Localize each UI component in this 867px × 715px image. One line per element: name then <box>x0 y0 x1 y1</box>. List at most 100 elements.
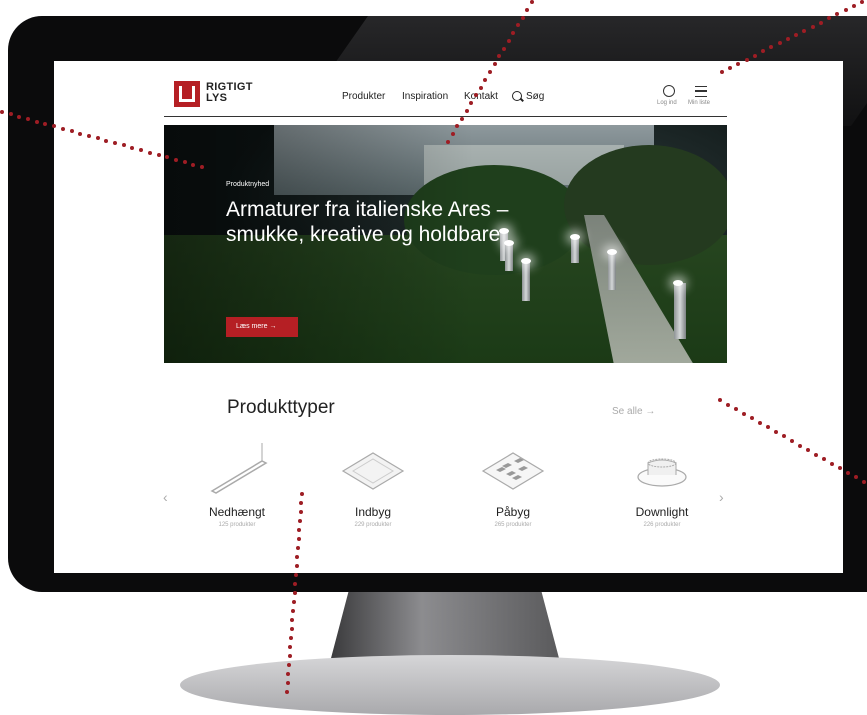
pendant-light-icon <box>162 441 312 501</box>
search-icon[interactable] <box>512 91 522 101</box>
monitor-stand-neck <box>330 592 560 662</box>
product-name: Indbyg <box>354 505 392 519</box>
product-count: 125 produkter <box>218 522 256 528</box>
hero-kicker: Produktnyhed <box>226 181 270 188</box>
nav-item-produkter[interactable]: Produkter <box>342 91 385 102</box>
callout-dot <box>450 132 455 137</box>
product-name: Nedhængt <box>208 505 266 519</box>
callout-dot <box>289 627 294 631</box>
callout-dot <box>293 573 298 577</box>
read-more-button[interactable]: Læs mere → <box>226 317 298 337</box>
callout-dot <box>86 133 91 138</box>
callout-dot <box>300 492 304 496</box>
callout-dot <box>291 600 296 604</box>
surface-panel-icon <box>438 441 588 501</box>
callout-dot <box>830 461 834 466</box>
login-label[interactable]: Log ind <box>657 100 677 106</box>
callout-dot <box>798 443 802 448</box>
logo-line-2: LYS <box>206 92 228 104</box>
product-count: 265 produkter <box>494 522 532 528</box>
callout-dot <box>69 129 74 134</box>
callout-dot <box>298 510 303 514</box>
callout-dot <box>777 41 782 46</box>
product-count: 226 produkter <box>643 522 681 528</box>
callout-dot <box>182 160 187 165</box>
callout-dot <box>488 70 492 74</box>
monitor-stand-base <box>180 655 720 715</box>
callout-dot <box>860 0 864 4</box>
product-card-indbyg[interactable]: Indbyg 229 produkter <box>298 441 448 528</box>
callout-dot <box>78 131 83 136</box>
callout-dot <box>285 690 289 694</box>
callout-dot <box>758 420 762 425</box>
callout-dot <box>95 136 100 141</box>
callout-dot <box>464 108 469 113</box>
callout-dot <box>34 119 39 124</box>
callout-dot <box>846 470 850 475</box>
brand-logo-text[interactable]: RIGTIGT LYS <box>206 82 253 104</box>
callout-dot <box>742 411 746 416</box>
callout-dot <box>291 609 296 613</box>
callout-dot <box>0 110 4 114</box>
callout-dot <box>502 46 506 51</box>
hero-banner[interactable]: Produktnyhed Armaturer fra italienske Ar… <box>164 125 727 363</box>
callout-dot <box>843 8 848 13</box>
callout-dot <box>814 452 818 457</box>
callout-dot <box>810 24 815 29</box>
callout-dot <box>287 663 292 667</box>
callout-dot <box>718 398 722 402</box>
callout-dot <box>289 636 294 640</box>
callout-dot <box>506 38 511 43</box>
user-icon[interactable] <box>663 85 675 97</box>
callout-dot <box>720 70 724 74</box>
callout-dot <box>147 150 152 155</box>
callout-dot <box>446 140 450 144</box>
downlight-icon <box>587 441 737 501</box>
callout-dot <box>726 402 730 407</box>
callout-dot <box>191 162 196 167</box>
callout-dot <box>851 4 856 9</box>
callout-dot <box>60 126 65 131</box>
callout-dot <box>525 7 530 12</box>
callout-dot <box>752 53 757 58</box>
product-card-downlight[interactable]: Downlight 226 produkter <box>587 441 737 528</box>
callout-dot <box>785 37 790 42</box>
callout-dot <box>774 429 778 434</box>
callout-dot <box>790 439 794 443</box>
callout-dot <box>478 85 483 90</box>
callout-dot <box>460 116 464 121</box>
callout-dot <box>200 165 204 169</box>
header-divider <box>164 116 727 117</box>
product-card-paabyg[interactable]: Påbyg 265 produkter <box>438 441 588 528</box>
callout-dot <box>297 519 302 523</box>
callout-dot <box>285 681 290 685</box>
product-name: Påbyg <box>495 505 531 519</box>
callout-dot <box>290 618 295 622</box>
callout-dot <box>296 537 301 541</box>
list-icon[interactable] <box>695 86 707 97</box>
product-name: Downlight <box>635 505 689 519</box>
callout-dot <box>862 480 866 484</box>
see-all-link[interactable]: Se alle → <box>612 406 655 417</box>
my-list-label[interactable]: Min liste <box>688 100 710 106</box>
callout-dot <box>173 157 178 162</box>
callout-dot <box>520 15 525 20</box>
callout-dot <box>288 645 293 649</box>
product-card-nedhaengt[interactable]: Nedhængt 125 produkter <box>162 441 312 528</box>
section-title: Produkttyper <box>227 397 335 418</box>
callout-dot <box>492 62 497 67</box>
callout-dot <box>292 591 297 595</box>
callout-dot <box>287 654 292 658</box>
callout-dot <box>295 546 300 550</box>
callout-dot <box>744 57 749 62</box>
callout-dot <box>156 153 161 158</box>
nav-item-inspiration[interactable]: Inspiration <box>402 91 448 102</box>
callout-dot <box>530 0 534 4</box>
product-count: 229 produkter <box>354 522 392 528</box>
recessed-panel-icon <box>298 441 448 501</box>
brand-logo-icon[interactable] <box>174 81 200 107</box>
nav-search-label[interactable]: Søg <box>526 91 544 102</box>
website-screen: RIGTIGT LYS Produkter Inspiration Kontak… <box>54 61 843 573</box>
monitor-bezel: RIGTIGT LYS Produkter Inspiration Kontak… <box>8 16 867 592</box>
callout-dot <box>818 20 823 25</box>
